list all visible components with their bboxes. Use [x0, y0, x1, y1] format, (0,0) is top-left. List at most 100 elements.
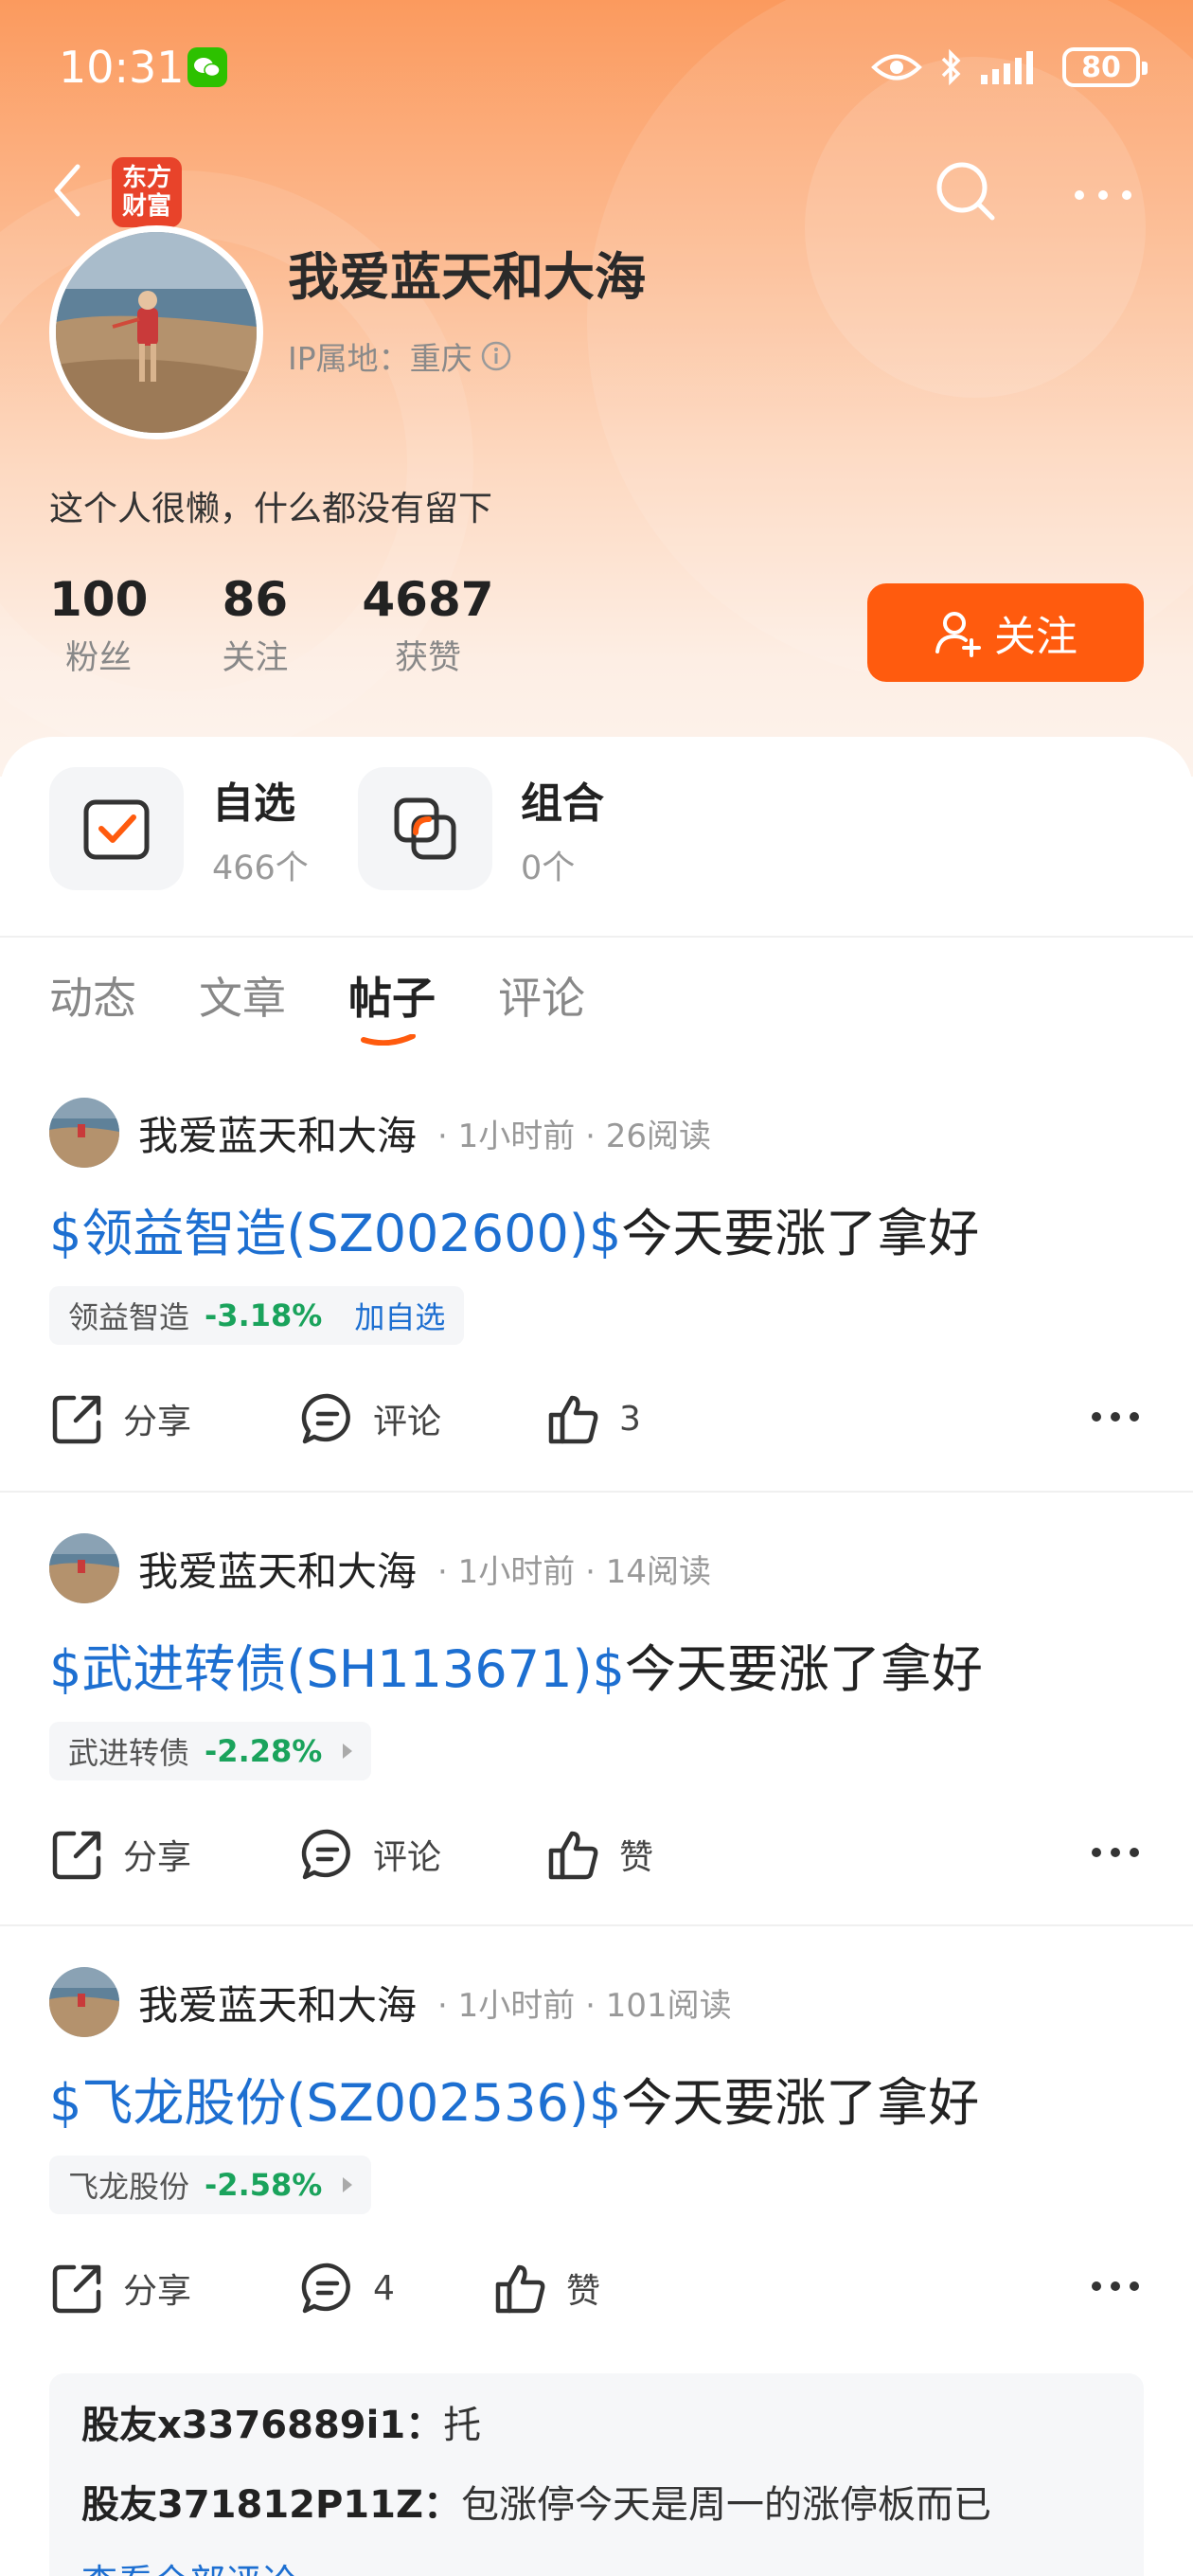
profile-header: 10:31 80 东方 财富 我爱蓝天和大海 IP属地：重庆 这个人很懒，什么都… [0, 0, 1193, 777]
portfolio-title: 组合 [521, 778, 604, 828]
stat-value: 86 [222, 572, 289, 627]
stat-value: 4687 [362, 572, 494, 627]
stock-chip-name: 武进转债 [68, 1735, 190, 1771]
follow-button[interactable]: 关注 [867, 583, 1144, 682]
stat-likes[interactable]: 4687 获赞 [362, 572, 493, 679]
stock-chip[interactable]: 领益智造 -3.18% 加自选 [49, 1286, 465, 1345]
comment-item[interactable]: 股友x3376889i1：托 [81, 2394, 1112, 2449]
post-title[interactable]: $武进转债(SH113671)$今天要涨了拿好 [49, 1627, 983, 1702]
stock-chip-name: 飞龙股份 [68, 2169, 190, 2205]
stat-value: 100 [49, 572, 149, 627]
follow-button-label: 关注 [994, 614, 1077, 660]
post-item[interactable]: 我爱蓝天和大海 · 1小时前 · 26阅读 $领益智造(SZ002600)$今天… [0, 1097, 1193, 1494]
post-author-name[interactable]: 我爱蓝天和大海 [138, 1540, 417, 1598]
watchlist-tile [49, 767, 184, 890]
quick-link-watchlist[interactable]: 自选 466个 [49, 767, 309, 890]
comment-text: 托 [443, 2404, 482, 2447]
thumbs-up-icon [495, 2264, 545, 2314]
comment-count: 4 [373, 2268, 395, 2308]
stock-link[interactable]: $领益智造(SZ002600)$ [49, 1204, 621, 1263]
active-tab-indicator [361, 1034, 416, 1046]
post-more-icon[interactable] [1087, 2267, 1144, 2305]
stock-chip-change: -2.28% [205, 1733, 323, 1769]
status-time: 10:31 [59, 42, 185, 93]
post-header: 我爱蓝天和大海 · 1小时前 · 101阅读 [49, 1966, 732, 2038]
comment-icon [301, 1393, 350, 1444]
add-to-watchlist-button[interactable]: 加自选 [354, 1294, 445, 1337]
portfolio-count: 0个 [521, 849, 576, 887]
eye-icon [871, 54, 922, 80]
post-actions: 分享 评论 赞 [49, 1816, 1144, 1892]
share-label: 分享 [123, 1403, 192, 1441]
like-label: 赞 [566, 2272, 601, 2311]
like-button[interactable]: 赞 [492, 2250, 600, 2326]
chip-arrow-icon [343, 2177, 353, 2192]
ip-location: IP属地：重庆 [288, 333, 512, 379]
post-author-avatar[interactable] [49, 1533, 119, 1603]
like-button[interactable]: 赞 [545, 1816, 653, 1892]
battery-indicator: 80 [1062, 47, 1148, 87]
comment-button[interactable]: 4 [299, 2250, 395, 2326]
wechat-icon [187, 47, 227, 87]
tab-posts[interactable]: 帖子 [348, 964, 436, 1046]
ip-location-text: IP属地：重庆 [288, 340, 472, 377]
share-button[interactable]: 分享 [49, 1381, 191, 1457]
comment-user[interactable]: 股友x3376889i1： [81, 2404, 443, 2447]
stat-label: 关注 [222, 639, 289, 677]
stock-link[interactable]: $飞龙股份(SZ002536)$ [49, 2073, 621, 2133]
post-author-avatar[interactable] [49, 1098, 119, 1168]
post-time: · 1小时前 · 26阅读 [437, 1117, 711, 1155]
portfolio-tile [358, 767, 492, 890]
post-author-avatar[interactable] [49, 1967, 119, 2037]
tab-posts-label: 帖子 [348, 973, 436, 1024]
stock-chip-name: 领益智造 [68, 1299, 190, 1335]
share-button[interactable]: 分享 [49, 1816, 191, 1892]
search-button[interactable] [932, 157, 1000, 225]
more-options-button[interactable] [1070, 176, 1136, 214]
status-icons: 80 [871, 42, 1148, 93]
comment-user[interactable]: 股友371812P11Z： [81, 2483, 461, 2527]
back-button[interactable] [45, 157, 93, 224]
share-icon [52, 2264, 101, 2314]
comment-item[interactable]: 股友371812P11Z：包涨停今天是周一的涨停板而已 [81, 2474, 1112, 2529]
stock-chip[interactable]: 武进转债 -2.28% [49, 1722, 372, 1780]
post-header: 我爱蓝天和大海 · 1小时前 · 14阅读 [49, 1532, 711, 1604]
post-title[interactable]: $领益智造(SZ002600)$今天要涨了拿好 [49, 1191, 979, 1266]
comment-button[interactable]: 评论 [299, 1381, 441, 1457]
more-dots-icon [1075, 190, 1131, 200]
post-title[interactable]: $飞龙股份(SZ002536)$今天要涨了拿好 [49, 2061, 979, 2136]
stat-following[interactable]: 86 关注 [222, 572, 288, 679]
share-label: 分享 [123, 2272, 192, 2311]
comment-preview[interactable]: 股友x3376889i1：托 股友371812P11Z：包涨停今天是周一的涨停板… [49, 2373, 1144, 2576]
status-bar: 10:31 80 [0, 0, 1193, 133]
info-icon[interactable] [480, 340, 512, 372]
post-item[interactable]: 我爱蓝天和大海 · 1小时前 · 14阅读 $武进转债(SH113671)$今天… [0, 1532, 1193, 1930]
profile-avatar[interactable] [49, 225, 263, 439]
stock-link[interactable]: $武进转债(SH113671)$ [49, 1639, 625, 1699]
comment-button[interactable]: 评论 [299, 1816, 441, 1892]
like-button[interactable]: 3 [545, 1381, 641, 1457]
post-more-icon[interactable] [1087, 1398, 1144, 1436]
stock-chip[interactable]: 飞龙股份 -2.58% [49, 2156, 372, 2214]
post-time: · 1小时前 · 101阅读 [437, 1986, 732, 2025]
post-author-name[interactable]: 我爱蓝天和大海 [138, 1974, 417, 2031]
post-author-name[interactable]: 我爱蓝天和大海 [138, 1104, 417, 1162]
app-logo: 东方 财富 [112, 157, 182, 227]
share-button[interactable]: 分享 [49, 2250, 191, 2326]
tab-feed[interactable]: 动态 [49, 964, 136, 1027]
view-all-comments-link[interactable]: 查看全部评论 › [81, 2553, 1112, 2576]
stat-fans[interactable]: 100 粉丝 [49, 572, 148, 679]
post-item[interactable]: 我爱蓝天和大海 · 1小时前 · 101阅读 $飞龙股份(SZ002536)$今… [0, 1966, 1193, 2576]
post-reads: 14阅读 [605, 1552, 711, 1591]
post-more-icon[interactable] [1087, 1834, 1144, 1871]
post-title-text: 今天要涨了拿好 [621, 1204, 980, 1263]
quick-link-portfolio[interactable]: 组合 0个 [358, 767, 604, 890]
search-icon [936, 162, 995, 221]
post-time-text: 1小时前 [457, 1986, 576, 2025]
like-label: 赞 [619, 1838, 654, 1877]
tab-articles[interactable]: 文章 [199, 964, 286, 1027]
post-actions: 分享 评论 3 [49, 1381, 1144, 1457]
tab-comments[interactable]: 评论 [498, 964, 585, 1027]
watchlist-count: 466个 [212, 849, 309, 887]
post-actions: 分享 4 赞 [49, 2250, 1144, 2326]
